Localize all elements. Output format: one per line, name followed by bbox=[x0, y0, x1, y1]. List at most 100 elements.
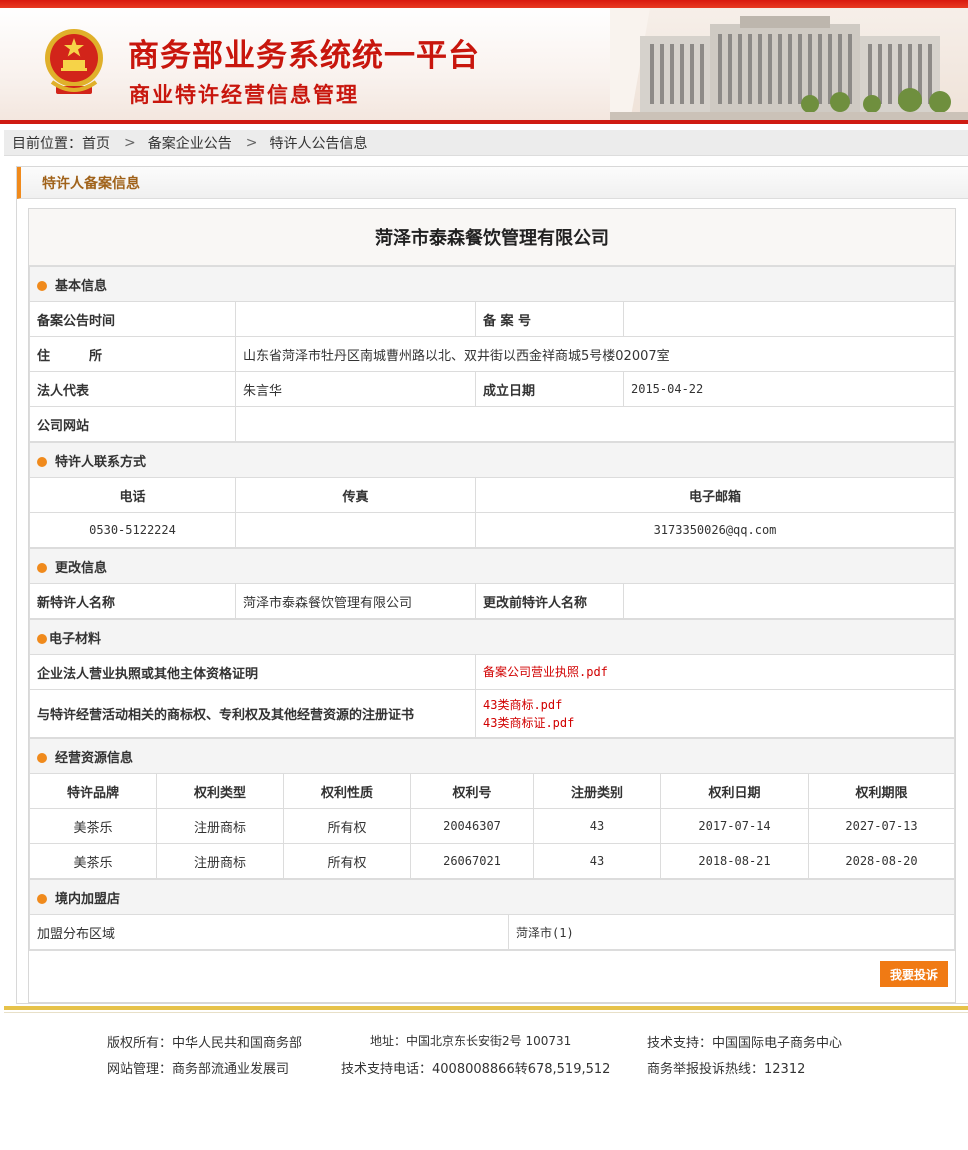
basic-info-table: 基本信息 备案公告时间 备 案 号 住 所 山东省菏泽市牡丹区南城曹州路以北、双… bbox=[29, 266, 955, 442]
right-term-header: 权利期限 bbox=[808, 773, 955, 809]
right-nature-cell: 所有权 bbox=[283, 843, 411, 879]
company-name: 菏泽市泰森餐饮管理有限公司 bbox=[29, 209, 955, 266]
record-no-label: 备 案 号 bbox=[475, 301, 624, 337]
right-no-cell: 20046307 bbox=[410, 808, 534, 844]
address-value: 山东省菏泽市牡丹区南城曹州路以北、双井街以西金祥商城5号楼02007室 bbox=[235, 336, 955, 372]
trademark-pdf-link[interactable]: 43类商标.pdf bbox=[483, 696, 947, 714]
materials-table: 电子材料 企业法人营业执照或其他主体资格证明 备案公司营业执照.pdf 与特许经… bbox=[29, 619, 955, 738]
section-header-stores: 境内加盟店 bbox=[29, 879, 955, 915]
section-title: 基本信息 bbox=[55, 278, 108, 294]
breadcrumb-label: 目前位置： bbox=[12, 135, 82, 152]
breadcrumb-current: 特许人公告信息 bbox=[269, 135, 368, 152]
bullet-dot-icon bbox=[37, 456, 47, 467]
new-name-value: 菏泽市泰森餐饮管理有限公司 bbox=[235, 583, 476, 619]
footer-divider-thin bbox=[4, 1012, 968, 1013]
franchisor-record-panel: 特许人备案信息 菏泽市泰森餐饮管理有限公司 基本信息 备案公告时间 备 案 号 … bbox=[16, 166, 968, 1004]
found-date-label: 成立日期 bbox=[475, 371, 624, 407]
legal-rep-value: 朱言华 bbox=[235, 371, 476, 407]
footer-hotline: 商务举报投诉热线：12312 bbox=[647, 1062, 806, 1077]
email-value: 3173350026@qq.com bbox=[475, 512, 955, 548]
right-no-cell: 26067021 bbox=[410, 843, 534, 879]
right-term-cell: 2028-08-20 bbox=[808, 843, 955, 879]
section-header-change: 更改信息 bbox=[29, 548, 955, 584]
right-type-cell: 注册商标 bbox=[156, 843, 284, 879]
breadcrumb-separator: > bbox=[245, 134, 258, 151]
license-pdf-link[interactable]: 备案公司营业执照.pdf bbox=[483, 663, 947, 681]
section-header-resources: 经营资源信息 bbox=[29, 738, 955, 774]
email-header: 电子邮箱 bbox=[475, 477, 955, 513]
right-type-cell: 注册商标 bbox=[156, 808, 284, 844]
bullet-dot-icon bbox=[37, 633, 47, 644]
phone-value: 0530-5122224 bbox=[29, 512, 236, 548]
table-row: 美茶乐 注册商标 所有权 20046307 43 2017-07-14 2027… bbox=[29, 808, 955, 844]
section-title: 特许人联系方式 bbox=[55, 454, 147, 470]
record-no-value bbox=[623, 301, 955, 337]
right-no-header: 权利号 bbox=[410, 773, 534, 809]
reg-class-cell: 43 bbox=[533, 808, 661, 844]
found-date-value: 2015-04-22 bbox=[623, 371, 955, 407]
footer-site-admin: 网站管理：商务部流通业发展司 bbox=[107, 1062, 290, 1077]
resources-table: 经营资源信息 特许品牌 权利类型 权利性质 权利号 注册类别 权利日期 权利期限… bbox=[29, 738, 955, 879]
right-date-cell: 2018-08-21 bbox=[660, 843, 809, 879]
website-value bbox=[235, 406, 955, 442]
top-red-bar bbox=[0, 0, 968, 8]
panel-title: 特许人备案信息 bbox=[17, 167, 968, 199]
breadcrumb-record-announcement-link[interactable]: 备案企业公告 bbox=[148, 133, 232, 153]
section-title: 境内加盟店 bbox=[55, 891, 121, 907]
brand-cell: 美茶乐 bbox=[29, 843, 157, 879]
new-name-label: 新特许人名称 bbox=[29, 583, 236, 619]
breadcrumb-separator: > bbox=[124, 134, 136, 151]
breadcrumb: 目前位置： 首页 > 备案企业公告 > 特许人公告信息 bbox=[4, 130, 968, 156]
license-label: 企业法人营业执照或其他主体资格证明 bbox=[29, 654, 476, 690]
section-header-materials: 电子材料 bbox=[29, 619, 955, 655]
platform-title: 商务部业务系统统一平台 bbox=[128, 38, 480, 74]
complain-button[interactable]: 我要投诉 bbox=[880, 961, 948, 987]
footer-divider bbox=[4, 1006, 968, 1010]
address-label: 住 所 bbox=[29, 336, 236, 372]
bullet-dot-icon bbox=[37, 562, 47, 573]
table-row: 美茶乐 注册商标 所有权 26067021 43 2018-08-21 2028… bbox=[29, 843, 955, 879]
trademark-label: 与特许经营活动相关的商标权、专利权及其他经营资源的注册证书 bbox=[29, 689, 476, 738]
right-date-header: 权利日期 bbox=[660, 773, 809, 809]
reg-class-header: 注册类别 bbox=[533, 773, 661, 809]
change-info-table: 更改信息 新特许人名称 菏泽市泰森餐饮管理有限公司 更改前特许人名称 bbox=[29, 548, 955, 619]
complain-bar: 我要投诉 bbox=[29, 950, 955, 1002]
website-label: 公司网站 bbox=[29, 406, 236, 442]
bullet-dot-icon bbox=[37, 280, 47, 291]
right-term-cell: 2027-07-13 bbox=[808, 808, 955, 844]
section-title: 经营资源信息 bbox=[55, 750, 134, 766]
legal-rep-label: 法人代表 bbox=[29, 371, 236, 407]
platform-subtitle: 商业特许经营信息管理 bbox=[129, 83, 359, 107]
site-header: 商务部业务系统统一平台 商业特许经营信息管理 bbox=[0, 8, 968, 122]
right-nature-header: 权利性质 bbox=[283, 773, 411, 809]
store-area-value: 菏泽市(1) bbox=[508, 914, 955, 950]
fax-header: 传真 bbox=[235, 477, 476, 513]
bullet-dot-icon bbox=[37, 893, 47, 904]
section-header-basic: 基本信息 bbox=[29, 266, 955, 302]
footer-tech-phone: 技术支持电话：4008008866转678,519,512 bbox=[341, 1062, 611, 1077]
old-name-label: 更改前特许人名称 bbox=[475, 583, 624, 619]
footer-address: 地址：中国北京东长安街2号 100731 bbox=[370, 1034, 572, 1048]
trademark-cert-pdf-link[interactable]: 43类商标证.pdf bbox=[483, 714, 947, 732]
section-header-contact: 特许人联系方式 bbox=[29, 442, 955, 478]
announce-time-label: 备案公告时间 bbox=[29, 301, 236, 337]
national-emblem-icon bbox=[45, 29, 103, 94]
right-nature-cell: 所有权 bbox=[283, 808, 411, 844]
old-name-value bbox=[623, 583, 955, 619]
store-area-label: 加盟分布区域 bbox=[29, 914, 509, 950]
fax-value bbox=[235, 512, 476, 548]
section-title: 电子材料 bbox=[49, 631, 102, 647]
footer-tech-support: 技术支持：中国国际电子商务中心 bbox=[647, 1036, 843, 1051]
brand-cell: 美茶乐 bbox=[29, 808, 157, 844]
right-type-header: 权利类型 bbox=[156, 773, 284, 809]
phone-header: 电话 bbox=[29, 477, 236, 513]
brand-header: 特许品牌 bbox=[29, 773, 157, 809]
right-date-cell: 2017-07-14 bbox=[660, 808, 809, 844]
header-divider bbox=[0, 120, 968, 124]
breadcrumb-home-link[interactable]: 首页 bbox=[82, 133, 110, 153]
announce-time-value bbox=[235, 301, 476, 337]
bullet-dot-icon bbox=[37, 752, 47, 763]
section-title: 更改信息 bbox=[55, 560, 108, 576]
ministry-building-image bbox=[610, 8, 968, 122]
stores-table: 境内加盟店 加盟分布区域 菏泽市(1) bbox=[29, 879, 955, 950]
